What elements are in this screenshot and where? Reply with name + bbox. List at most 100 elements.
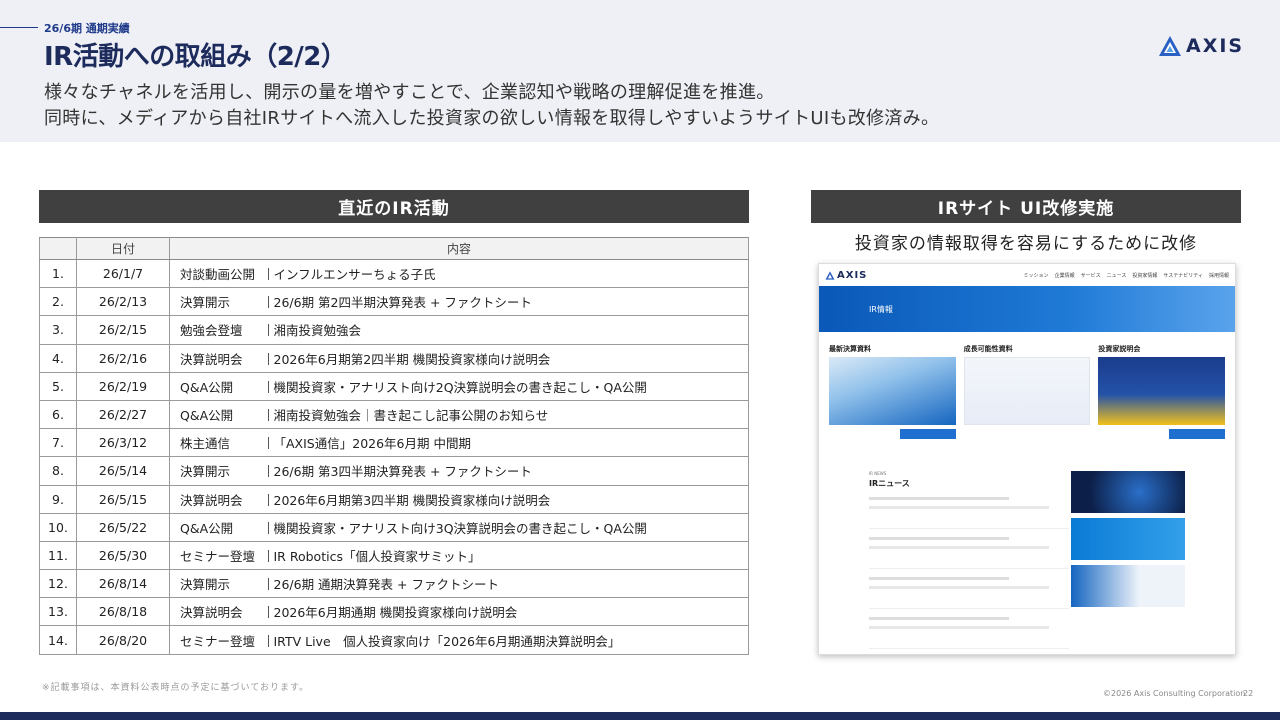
- ir-activity-table: 日付 内容 1. 26/1/7 対談動画公開 インフルエンサーちょる子氏 2. 26/2/…: [39, 237, 749, 655]
- row-number: 14.: [39, 625, 77, 655]
- site-news-title: IRニュース: [869, 479, 910, 488]
- row-date: 26/5/15: [76, 485, 170, 514]
- table-row: 2. 26/2/13 決算開示 26/6期 第2四半期決算発表 + ファクトシート: [39, 287, 749, 317]
- header-number: [39, 237, 77, 260]
- row-detail: 湘南投資勉強会: [273, 323, 362, 339]
- ir-activity-heading: 直近のIR活動: [39, 190, 749, 223]
- row-category: 株主通信: [169, 428, 268, 458]
- row-number: 4.: [39, 344, 77, 373]
- row-separator: [267, 296, 269, 309]
- row-date: 26/8/18: [76, 597, 170, 627]
- row-separator: [267, 606, 269, 619]
- footnote: ※記載事項は、本資料公表時点の予定に基づいております。: [42, 683, 310, 693]
- row-detail: 26/6期 第2四半期決算発表 + ファクトシート: [273, 295, 532, 311]
- period-label: 26/6期 通期実績: [44, 22, 130, 35]
- row-number: 8.: [39, 456, 77, 486]
- row-number: 3.: [39, 315, 77, 345]
- row-category: 決算説明会: [169, 344, 268, 373]
- site-col-title: 成長可能性資料: [963, 345, 1013, 353]
- row-category: Q&A公開: [169, 400, 268, 430]
- copyright: ©2026 Axis Consulting Corporation: [1103, 689, 1246, 698]
- ir-site-heading: IRサイト UI改修実施: [811, 190, 1241, 223]
- site-news: IR NEWS IRニュース: [869, 471, 1069, 649]
- row-category: 決算開示: [169, 287, 268, 317]
- row-detail: 2026年6月期第3四半期 機関投資家様向け説明会: [273, 492, 551, 508]
- site-menu: ミッション 企業情報 サービス ニュース 投資家情報 サステナビリティ 採用情報: [1024, 272, 1229, 279]
- row-separator: [267, 437, 269, 450]
- period-accent-line: [0, 27, 38, 28]
- site-menu-item: 企業情報: [1054, 272, 1075, 279]
- row-separator: [267, 352, 269, 365]
- row-number: 13.: [39, 597, 77, 627]
- row-detail-cell: 26/6期 第2四半期決算発表 + ファクトシート: [267, 287, 749, 317]
- row-date: 26/5/30: [76, 541, 170, 571]
- row-number: 2.: [39, 287, 77, 317]
- row-number: 9.: [39, 485, 77, 514]
- row-detail: IR Robotics「個人投資家サミット」: [273, 548, 481, 564]
- row-number: 11.: [39, 541, 77, 571]
- logo-text: AXIS: [1186, 35, 1245, 57]
- row-separator: [267, 521, 269, 534]
- header-content: 内容: [169, 237, 749, 260]
- row-category: 決算開示: [169, 569, 268, 599]
- row-detail-cell: インフルエンサーちょる子氏: [267, 259, 749, 289]
- row-separator: [267, 465, 269, 478]
- row-category: セミナー登壇: [169, 541, 268, 571]
- row-separator: [267, 493, 269, 506]
- row-date: 26/8/20: [76, 625, 170, 655]
- site-menu-item: ニュース: [1106, 272, 1127, 279]
- site-news-row: [869, 577, 1069, 609]
- row-detail: 2026年6月期第2四半期 機関投資家様向け説明会: [273, 351, 551, 367]
- page-title: IR活動への取組み（2/2）: [44, 42, 347, 72]
- row-category: 決算説明会: [169, 597, 268, 627]
- row-category: Q&A公開: [169, 372, 268, 401]
- row-detail: 2026年6月期通期 機関投資家様向け説明会: [273, 605, 518, 621]
- site-col-financial: 最新決算資料: [829, 344, 956, 439]
- header-date: 日付: [76, 237, 170, 260]
- site-col-title: 最新決算資料: [829, 345, 871, 353]
- row-date: 26/2/27: [76, 400, 170, 430]
- table-row: 12. 26/8/14 決算開示 26/6期 通期決算発表 + ファクトシート: [39, 569, 749, 599]
- row-detail-cell: IRTV Live 個人投資家向け「2026年6月期通期決算説明会」: [267, 625, 749, 655]
- company-logo: AXIS: [1158, 35, 1244, 57]
- table-row: 8. 26/5/14 決算開示 26/6期 第3四半期決算発表 + ファクトシート: [39, 456, 749, 486]
- row-detail: 「AXIS通信」2026年6月期 中間期: [273, 436, 471, 452]
- row-detail-cell: 2026年6月期通期 機関投資家様向け説明会: [267, 597, 749, 627]
- row-number: 5.: [39, 372, 77, 401]
- site-menu-item: 採用情報: [1208, 272, 1229, 279]
- growth-doc-thumbnail: [963, 357, 1091, 425]
- table-row: 9. 26/5/15 決算説明会 2026年6月期第3四半期 機関投資家様向け説明会: [39, 485, 749, 514]
- site-col-briefing: 投資家説明会: [1098, 344, 1226, 439]
- row-date: 26/8/14: [76, 569, 170, 599]
- site-columns: 最新決算資料 成長可能性資料 投資家説明会: [819, 332, 1235, 439]
- table-row: 4. 26/2/16 決算説明会 2026年6月期第2四半期 機関投資家様向け説明会: [39, 344, 749, 373]
- row-detail-cell: 26/6期 第3四半期決算発表 + ファクトシート: [267, 456, 749, 486]
- row-detail: インフルエンサーちょる子氏: [273, 267, 436, 283]
- row-detail: 機関投資家・アナリスト向け2Q決算説明会の書き起こし・QA公開: [273, 379, 647, 395]
- site-hero: IR情報: [819, 286, 1235, 332]
- table-row: 13. 26/8/18 決算説明会 2026年6月期通期 機関投資家様向け説明会: [39, 597, 749, 627]
- row-separator: [267, 324, 269, 337]
- row-detail: 26/6期 通期決算発表 + ファクトシート: [273, 577, 499, 593]
- row-number: 10.: [39, 513, 77, 542]
- row-number: 12.: [39, 569, 77, 599]
- row-category: 対談動画公開: [169, 259, 268, 289]
- row-category: 決算開示: [169, 456, 268, 486]
- row-date: 26/2/15: [76, 315, 170, 345]
- site-side-card: [1071, 518, 1185, 560]
- row-date: 26/2/16: [76, 344, 170, 373]
- row-number: 1.: [39, 259, 77, 289]
- site-menu-item: サービス: [1080, 272, 1101, 279]
- ir-site-caption: 投資家の情報取得を容易にするために改修: [854, 234, 1198, 254]
- table-header-row: 日付 内容: [39, 237, 749, 260]
- financial-doc-thumbnail: [829, 357, 956, 425]
- row-detail-cell: 機関投資家・アナリスト向け2Q決算説明会の書き起こし・QA公開: [267, 372, 749, 401]
- table-row: 1. 26/1/7 対談動画公開 インフルエンサーちょる子氏: [39, 259, 749, 289]
- site-logo-icon: [825, 270, 835, 280]
- ir-site-screenshot: AXIS ミッション 企業情報 サービス ニュース 投資家情報 サステナビリティ 採用情報 …: [818, 263, 1236, 655]
- site-news-row: [869, 537, 1069, 569]
- table-body: 1. 26/1/7 対談動画公開 インフルエンサーちょる子氏 2. 26/2/13 決算開示…: [39, 259, 749, 655]
- page-number: 22: [1243, 689, 1254, 698]
- site-menu-item: 投資家情報: [1132, 272, 1158, 279]
- row-number: 6.: [39, 400, 77, 430]
